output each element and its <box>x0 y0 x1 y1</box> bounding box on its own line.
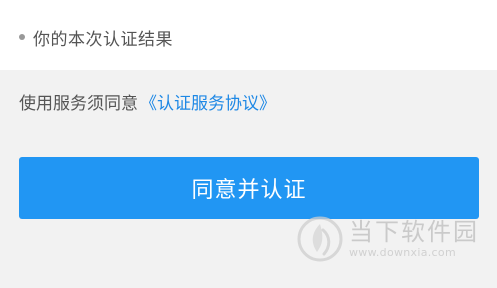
watermark-name: 当下软件园 <box>349 218 479 246</box>
result-list-item: 你的本次认证结果 <box>19 22 173 52</box>
agreement-notice: 使用服务须同意 《认证服务协议》 <box>19 89 276 114</box>
watermark-text: 当下软件园 www.downxia.com <box>349 218 479 260</box>
result-item-text: 你的本次认证结果 <box>33 29 173 50</box>
agreement-prefix: 使用服务须同意 <box>19 94 138 114</box>
result-section: 你的本次认证结果 <box>0 0 497 70</box>
watermark-logo-icon <box>297 216 343 262</box>
watermark: 当下软件园 www.downxia.com <box>297 216 479 262</box>
watermark-url: www.downxia.com <box>349 246 456 259</box>
bullet-dot-icon <box>19 34 25 40</box>
service-agreement-link[interactable]: 《认证服务协议》 <box>140 89 276 114</box>
agree-and-verify-button[interactable]: 同意并认证 <box>19 157 479 219</box>
